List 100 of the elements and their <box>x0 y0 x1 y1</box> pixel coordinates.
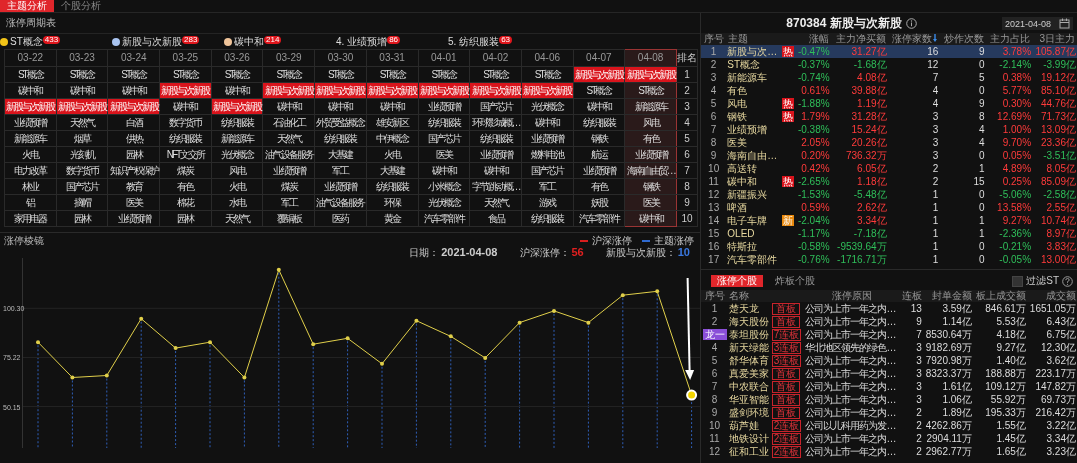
theme-cell[interactable]: 碳中和 <box>314 98 367 115</box>
theme-cell[interactable]: ST概念 <box>56 66 108 83</box>
theme-cell[interactable]: 国产芯片 <box>56 178 108 195</box>
date-header[interactable]: 04-08 <box>624 49 677 67</box>
data-point[interactable] <box>36 340 40 345</box>
data-point[interactable] <box>276 267 281 272</box>
theme-cell[interactable]: 医美 <box>107 194 160 211</box>
theme-cell[interactable]: 业绩预增 <box>314 178 367 195</box>
column-header[interactable]: 成交额 <box>1026 290 1077 302</box>
theme-cell[interactable]: 大基建 <box>314 146 367 163</box>
data-point[interactable] <box>517 320 522 325</box>
date-header[interactable]: 03-24 <box>107 49 160 67</box>
theme-cell[interactable]: 有色 <box>573 178 625 195</box>
theme-cell[interactable]: 火电 <box>366 146 418 163</box>
theme-cell[interactable]: 烟草 <box>56 130 108 147</box>
column-header[interactable]: 炒作次数 <box>939 33 986 45</box>
theme-row[interactable]: 3 新能源车 -0.74% 4.08亿 7 5 0.38% 19.12亿 <box>701 71 1077 84</box>
theme-cell[interactable]: 业绩预增 <box>469 146 522 163</box>
theme-cell[interactable]: 军工 <box>521 178 574 195</box>
theme-cell[interactable]: 教育 <box>107 178 160 195</box>
theme-cell[interactable]: 业绩预增 <box>418 98 470 115</box>
theme-cell[interactable]: 水电 <box>211 194 263 211</box>
theme-cell[interactable]: 纺织服装 <box>159 130 212 147</box>
theme-row[interactable]: 10 高送转 0.42% 6.05亿 2 1 4.89% 8.05亿 <box>701 162 1077 175</box>
data-point[interactable] <box>208 340 212 345</box>
theme-cell[interactable]: 军工 <box>262 194 315 211</box>
theme-cell[interactable]: 碳中和 <box>56 82 108 99</box>
theme-cell[interactable]: 食品 <box>469 210 522 227</box>
column-header[interactable]: 主力占比 <box>985 33 1033 45</box>
theme-row[interactable]: 12 新疆振兴 -1.53% -5.48亿 1 0 -5.06% -2.58亿 <box>701 188 1077 201</box>
theme-cell[interactable]: 航运 <box>573 146 625 163</box>
theme-cell[interactable]: 碳中和 <box>262 98 315 115</box>
data-point[interactable] <box>414 318 419 323</box>
theme-cell[interactable]: 碳中和 <box>469 162 522 179</box>
theme-cell[interactable]: 环保 <box>366 194 418 211</box>
theme-cell[interactable]: ST概念 <box>573 82 625 99</box>
data-point[interactable] <box>345 336 350 341</box>
theme-cell[interactable]: 碳中和 <box>366 98 418 115</box>
date-header[interactable]: 04-02 <box>469 49 522 67</box>
theme-cell[interactable]: ST概念 <box>211 66 263 83</box>
sort-icon[interactable] <box>933 34 938 42</box>
theme-cell[interactable]: 园林 <box>107 146 160 163</box>
data-point[interactable] <box>380 361 384 366</box>
theme-cell[interactable]: 纺织服装 <box>211 114 263 131</box>
column-header[interactable]: 板上成交额 <box>972 290 1027 302</box>
theme-cell[interactable]: 国产芯片 <box>469 98 522 115</box>
theme-cell[interactable]: 碳中和 <box>211 82 263 99</box>
theme-cell[interactable]: 纺织服装 <box>573 114 625 131</box>
theme-cell[interactable]: 光刻机 <box>56 146 108 163</box>
stock-name[interactable]: 海天股份 <box>728 315 772 328</box>
date-header[interactable]: 03-29 <box>262 49 315 67</box>
theme-cell[interactable]: 油气设备服务 <box>262 146 315 163</box>
theme-cell[interactable]: 天然气 <box>211 210 263 227</box>
stock-name[interactable]: 楚天龙 <box>728 302 772 315</box>
date-header[interactable]: 04-01 <box>418 49 470 67</box>
theme-cell[interactable]: 小米概念 <box>418 178 470 195</box>
list-tab[interactable]: 炸板个股 <box>769 275 821 287</box>
column-header[interactable]: 连板 <box>900 290 923 302</box>
theme-cell[interactable]: 有色 <box>159 178 212 195</box>
data-point[interactable] <box>552 308 556 313</box>
theme-cell[interactable]: 妖股 <box>573 194 625 211</box>
theme-row[interactable]: 11 碳中和 热 -2.65% 1.18亿 2 15 0.25% 85.09亿 <box>701 175 1077 188</box>
stock-name[interactable]: 中农联合 <box>728 380 772 393</box>
theme-cell[interactable]: ST概念 <box>418 66 470 83</box>
theme-cell[interactable]: 钢铁 <box>573 130 625 147</box>
stock-name[interactable]: 葫芦娃 <box>728 419 772 432</box>
theme-cell[interactable]: 电力改革 <box>4 162 57 179</box>
theme-row[interactable]: 16 特斯拉 -0.58% -9539.64万 1 0 -0.21% 3.83亿 <box>701 240 1077 253</box>
stock-name[interactable]: 盛剑环境 <box>728 406 772 419</box>
date-header[interactable]: 03-25 <box>159 49 212 67</box>
theme-cell[interactable]: 业绩预增 <box>521 130 574 147</box>
data-point[interactable] <box>655 289 660 294</box>
date-header[interactable]: 03-23 <box>56 49 108 67</box>
column-header[interactable]: 主题 <box>726 33 796 45</box>
data-point[interactable] <box>448 334 453 339</box>
theme-cell[interactable]: 风电 <box>211 162 263 179</box>
column-header[interactable]: 封单金额 <box>922 290 973 302</box>
stock-name[interactable]: 华亚智能 <box>728 393 772 406</box>
theme-cell[interactable]: 数字货币 <box>56 162 108 179</box>
theme-cell[interactable]: 大基建 <box>366 162 418 179</box>
checkbox[interactable] <box>1012 275 1024 287</box>
data-point[interactable] <box>104 373 109 378</box>
date-header[interactable]: 04-07 <box>573 49 625 67</box>
theme-cell[interactable]: 光伏概念 <box>211 146 263 163</box>
theme-cell[interactable]: 碳中和 <box>4 82 57 99</box>
theme-cell[interactable]: 园林 <box>56 210 108 227</box>
theme-cell[interactable]: 纺织服装 <box>366 178 418 195</box>
theme-cell[interactable]: 天然气 <box>56 114 108 131</box>
theme-row[interactable]: 5 风电 热 -1.88% 1.19亿 4 9 0.30% 44.76亿 <box>701 97 1077 110</box>
theme-cell[interactable]: 医药 <box>314 210 367 227</box>
stock-name[interactable]: 新天绿能 <box>728 341 772 354</box>
theme-cell[interactable]: 摘帽 <box>56 194 108 211</box>
date-field[interactable]: 2021-04-08 <box>1001 17 1073 30</box>
theme-cell[interactable]: 业绩预增 <box>573 162 625 179</box>
theme-cell[interactable]: 白酒 <box>107 114 160 131</box>
theme-cell[interactable]: 碳中和 <box>159 98 212 115</box>
column-header[interactable]: 涨停原因 <box>804 290 900 302</box>
theme-cell[interactable]: 棉花 <box>159 194 212 211</box>
theme-cell[interactable]: 军工 <box>314 162 367 179</box>
stock-name[interactable]: 征和工业 <box>728 445 772 458</box>
